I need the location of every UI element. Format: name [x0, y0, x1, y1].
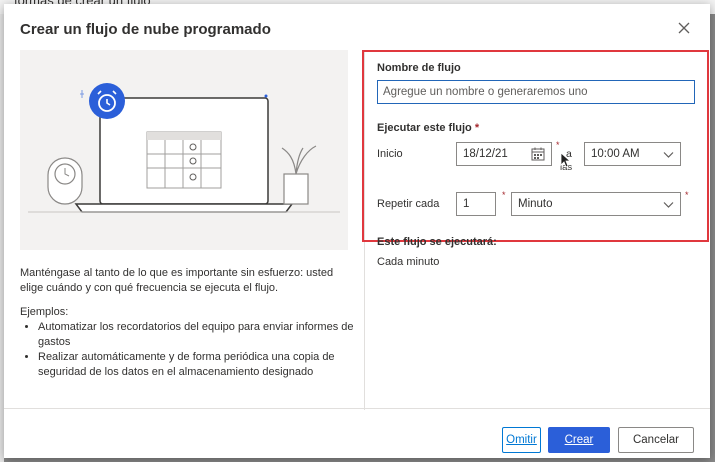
- flow-name-label: Nombre de flujo: [377, 62, 461, 74]
- examples-list: Automatizar los recordatorios del equipo…: [20, 320, 366, 380]
- example-item: Automatizar los recordatorios del equipo…: [38, 320, 366, 350]
- repeat-label: Repetir cada: [377, 198, 440, 210]
- example-item: Realizar automáticamente y de forma peri…: [38, 350, 366, 380]
- start-date-required-mark: *: [556, 140, 560, 150]
- repeat-interval-input[interactable]: 1: [456, 192, 496, 216]
- dialog-footer: Omitir Crear Cancelar: [4, 408, 710, 459]
- close-icon[interactable]: [676, 20, 692, 36]
- will-run-label: Este flujo se ejecutará:: [377, 236, 497, 248]
- start-label: Inicio: [377, 148, 403, 160]
- start-date-picker[interactable]: 18/12/21: [456, 142, 552, 166]
- chevron-down-icon: [663, 202, 674, 208]
- repeat-unit-value: Minuto: [518, 198, 553, 210]
- create-button[interactable]: Crear: [548, 427, 610, 453]
- repeat-unit-select[interactable]: Minuto: [511, 192, 681, 216]
- examples-title: Ejemplos:: [20, 306, 69, 318]
- repeat-interval-required-mark: *: [502, 190, 506, 200]
- skip-button[interactable]: Omitir: [502, 427, 541, 453]
- start-time-select[interactable]: 10:00 AM: [584, 142, 681, 166]
- dialog-title: Crear un flujo de nube programado: [20, 21, 271, 38]
- run-flow-label-text: Ejecutar este flujo: [377, 122, 472, 134]
- start-time-value: 10:00 AM: [591, 148, 640, 160]
- mouse-cursor-icon: [560, 152, 571, 168]
- create-scheduled-flow-dialog: Crear un flujo de nube programado Mantén…: [4, 4, 710, 458]
- repeat-interval-value: 1: [463, 198, 470, 210]
- right-panel: Nombre de flujo Ejecutar este flujo * In…: [362, 50, 709, 410]
- calendar-icon[interactable]: [531, 147, 545, 161]
- left-panel: Manténgase al tanto de lo que es importa…: [20, 50, 365, 410]
- start-date-value: 18/12/21: [463, 148, 508, 160]
- required-mark: *: [474, 122, 480, 134]
- flow-name-input[interactable]: [377, 80, 695, 104]
- repeat-unit-required-mark: *: [685, 190, 689, 200]
- description-text: Manténgase al tanto de lo que es importa…: [20, 267, 334, 294]
- illustration: [20, 50, 348, 250]
- run-flow-label: Ejecutar este flujo *: [377, 122, 479, 134]
- will-run-value: Cada minuto: [377, 256, 440, 268]
- chevron-down-icon: [663, 152, 674, 158]
- cancel-button[interactable]: Cancelar: [618, 427, 694, 453]
- laptop-schedule-illustration: [20, 50, 348, 250]
